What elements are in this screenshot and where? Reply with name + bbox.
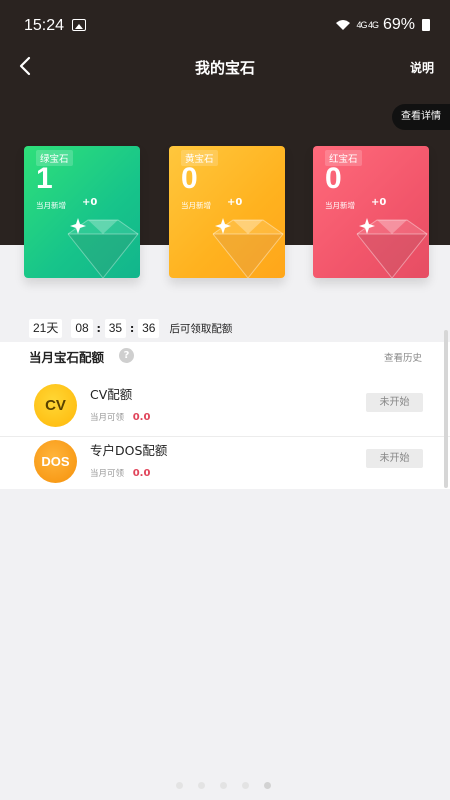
timer-separator: :	[129, 321, 135, 335]
quota-value: 0.0	[132, 412, 151, 423]
status-time: 15:24	[24, 17, 65, 34]
page-dot	[220, 782, 227, 789]
quota-panel: 当月宝石配额 ? 查看历史 CV CV配额 当月可领 0.0 未开始 DOS 专…	[0, 342, 450, 489]
gem-new-label: 当月新增	[181, 201, 211, 210]
view-history-link[interactable]: 查看历史	[384, 350, 422, 364]
wifi-icon	[336, 20, 351, 30]
gem-card-red[interactable]: 红宝石 0 当月新增 +0	[313, 146, 429, 278]
quota-subtitle: 当月可领 0.0	[90, 411, 150, 423]
timer-minutes: 35	[104, 318, 127, 338]
status-bar: 15:24 4G 4G 69%	[0, 0, 450, 50]
gem-count: 1	[36, 162, 53, 195]
battery-percent: 69%	[382, 16, 415, 33]
quota-value: 0.0	[132, 468, 151, 479]
timer-hours: 08	[71, 318, 93, 338]
gem-new-label: 当月新增	[36, 201, 66, 210]
quota-title: 专户DOS配额	[90, 443, 168, 458]
list-item[interactable]: DOS 专户DOS配额 当月可领 0.0 未开始	[0, 436, 450, 488]
page-title: 我的宝石	[194, 59, 255, 77]
view-details-button[interactable]: 查看详情	[392, 104, 450, 130]
quota-sub-label: 当月可领	[90, 469, 125, 479]
page-dot	[176, 782, 183, 789]
status-badge: 未开始	[366, 449, 423, 468]
gem-count: 0	[181, 162, 198, 195]
cv-badge-icon: CV	[34, 384, 77, 427]
timer-separator: :	[96, 321, 101, 335]
nav-bar: 我的宝石 说明	[0, 50, 450, 82]
page-indicator	[176, 782, 271, 789]
quota-title: CV配额	[90, 387, 133, 402]
gem-new-label: 当月新增	[325, 201, 355, 210]
gem-new-value: +0	[371, 197, 387, 208]
gem-new-value: +0	[227, 197, 243, 208]
timer-days: 21天	[29, 318, 63, 338]
gem-card-yellow[interactable]: 黄宝石 0 当月新增 +0	[169, 146, 285, 278]
gem-count: 0	[325, 162, 342, 195]
topaz-gem-icon	[212, 218, 284, 278]
gem-card-green[interactable]: 绿宝石 1 当月新增 +0	[24, 146, 140, 278]
list-item[interactable]: CV CV配额 当月可领 0.0 未开始	[0, 380, 450, 432]
gem-new-value: +0	[82, 197, 98, 208]
status-right: 4G 4G 69%	[335, 16, 430, 34]
dos-badge-icon: DOS	[34, 440, 77, 483]
help-icon[interactable]: ?	[119, 348, 134, 363]
scrollbar[interactable]	[444, 330, 448, 488]
page-dot	[242, 782, 249, 789]
emerald-gem-icon	[67, 218, 139, 278]
countdown-timer: 21天 08 : 35 : 36 后可领取配额	[0, 315, 450, 341]
timer-seconds: 36	[138, 318, 160, 338]
gallery-notification-icon	[72, 19, 86, 31]
ruby-gem-icon	[356, 218, 428, 278]
status-badge: 未开始	[366, 393, 423, 412]
quota-sub-label: 当月可领	[90, 413, 125, 423]
quota-subtitle: 当月可领 0.0	[90, 467, 150, 479]
page-dot	[198, 782, 205, 789]
signal-icon: 4G 4G	[356, 20, 378, 30]
page-dot	[264, 782, 271, 789]
timer-suffix: 后可领取配额	[169, 322, 233, 335]
battery-icon	[422, 19, 430, 31]
section-title: 当月宝石配额	[29, 350, 105, 365]
explain-link[interactable]: 说明	[410, 59, 434, 76]
